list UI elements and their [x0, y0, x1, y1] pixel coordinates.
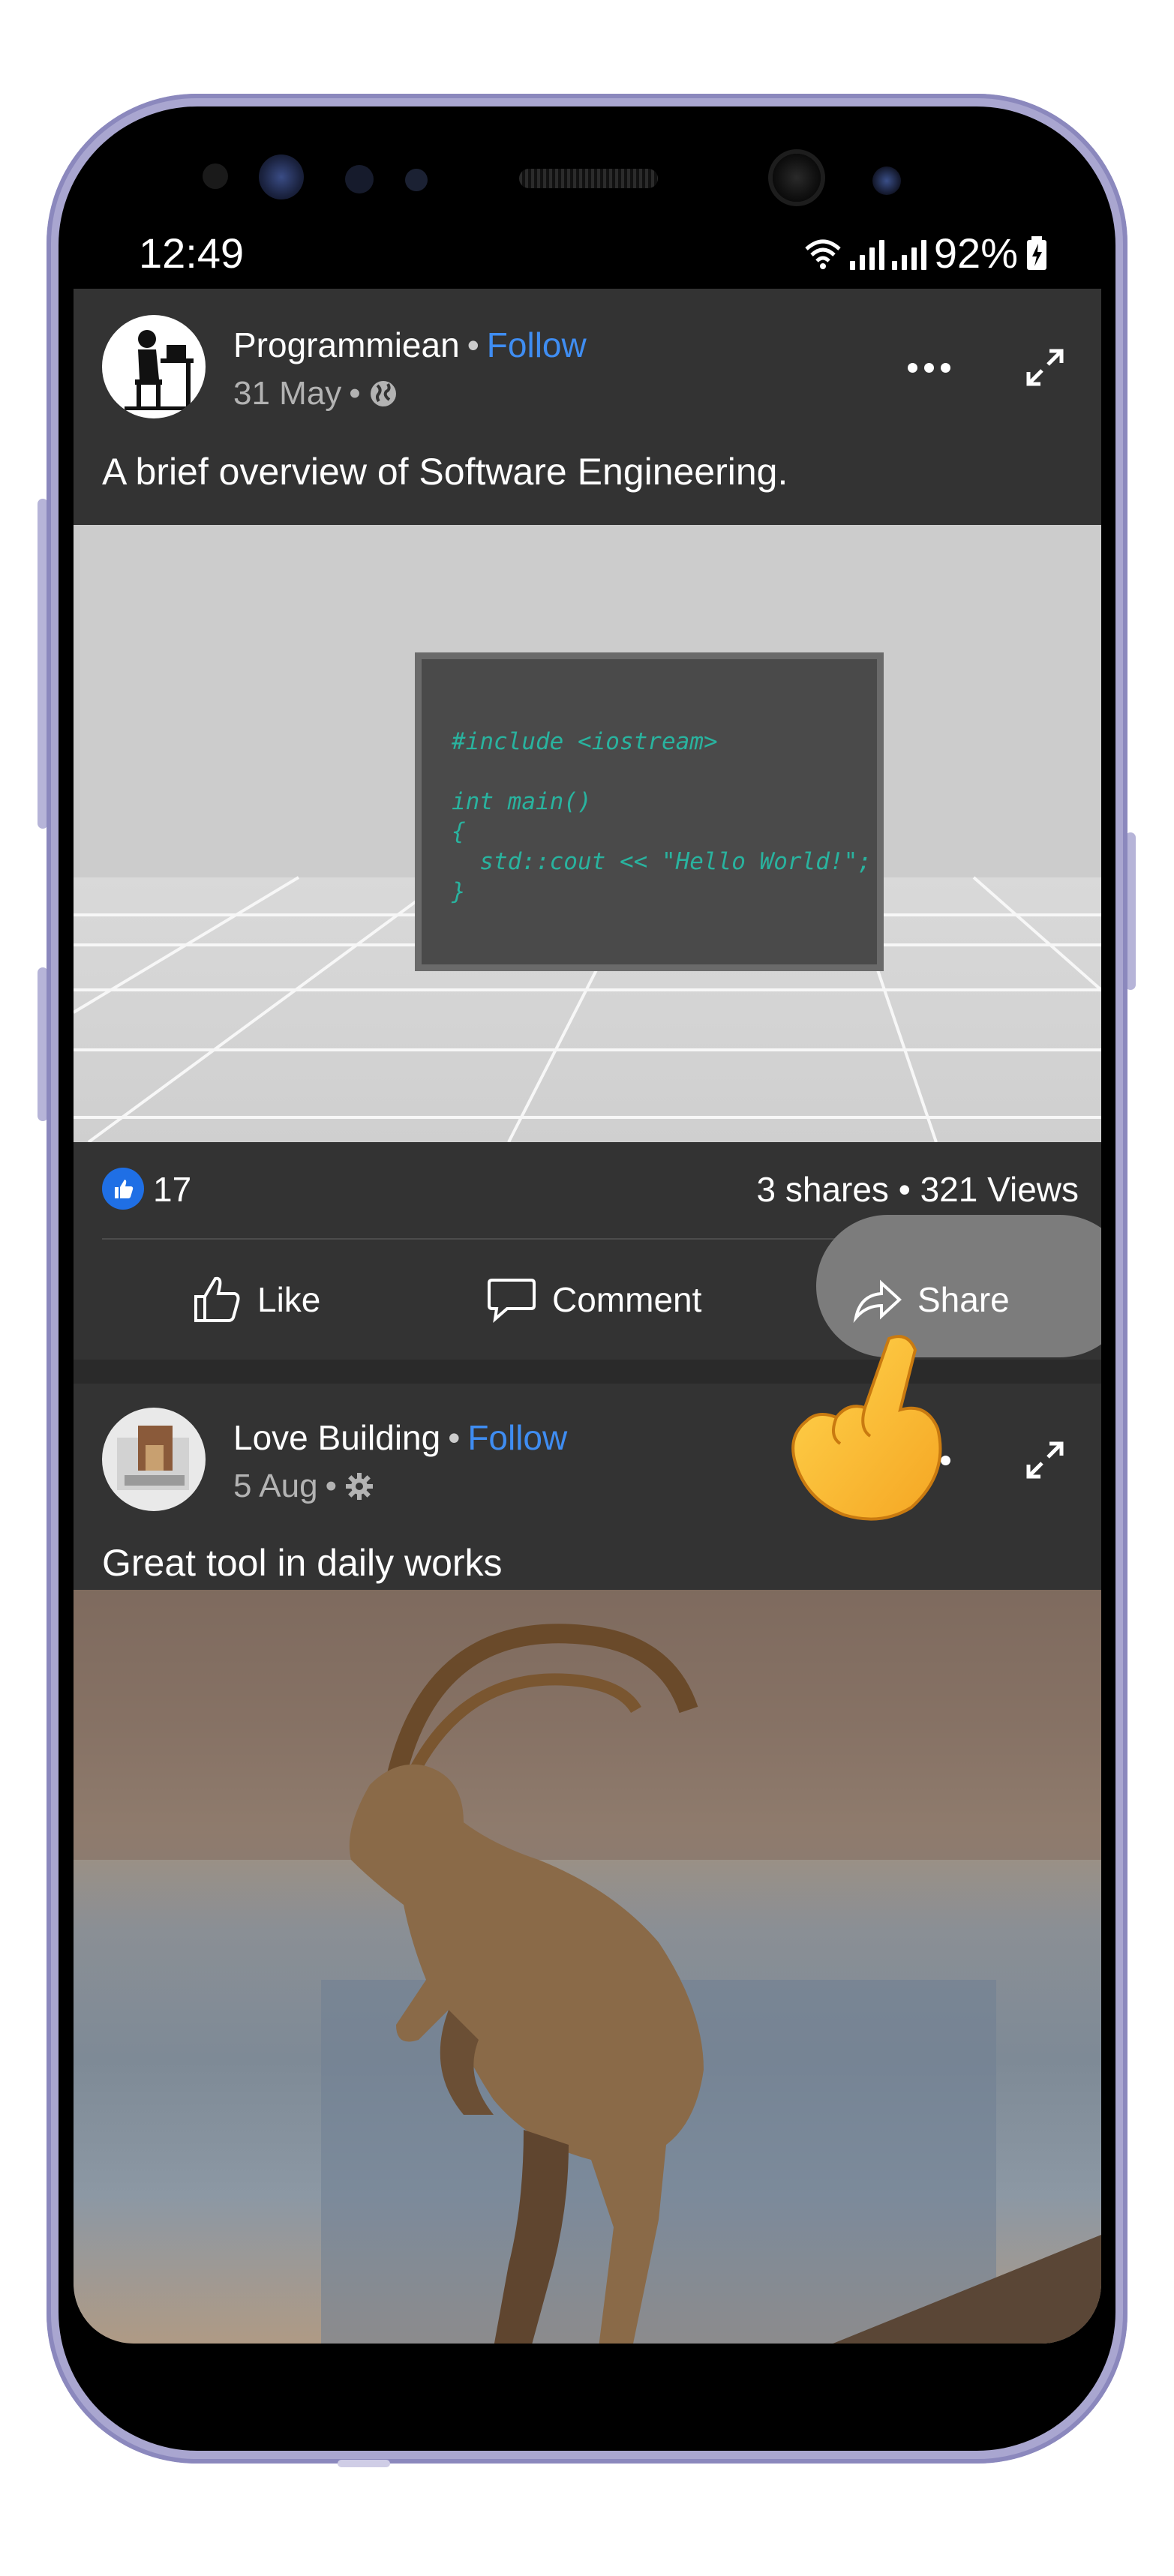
post-video[interactable]: [74, 1590, 1101, 2344]
follow-button[interactable]: Follow: [487, 325, 587, 364]
like-reaction-icon: [102, 1168, 144, 1210]
more-options-icon[interactable]: [908, 360, 953, 375]
post-video[interactable]: #include <iostream> int main() { std::co…: [74, 525, 1101, 1142]
post-meta: 31 May •: [233, 375, 398, 412]
sensor-icon: [203, 163, 228, 189]
globe-icon: [370, 381, 396, 406]
feed-screen: Programmiean • Follow 31 May • A brief ove…: [74, 289, 1101, 2344]
thumbs-up-icon: [194, 1276, 240, 1322]
phone-bottom-edge: [338, 2460, 390, 2467]
sensor-icon: [872, 166, 901, 195]
wifi-icon: [805, 239, 841, 269]
status-time: 12:49: [139, 229, 245, 277]
battery-charging-icon: [1027, 235, 1046, 270]
comment-label: Comment: [552, 1280, 702, 1319]
post-date: 5 Aug: [233, 1468, 318, 1504]
signal-icon: [849, 237, 884, 270]
like-count[interactable]: 17: [153, 1169, 191, 1210]
avatar[interactable]: [102, 315, 206, 418]
expand-icon[interactable]: [1022, 1438, 1067, 1483]
share-label: Share: [917, 1280, 1010, 1319]
gear-icon: [345, 1473, 373, 1500]
comment-button[interactable]: Comment: [485, 1262, 701, 1337]
code-text: #include <iostream> int main() { std::co…: [452, 728, 872, 905]
programmer-desk-icon: [125, 330, 197, 410]
sensor-icon: [345, 165, 374, 193]
follow-button[interactable]: Follow: [467, 1418, 567, 1457]
like-label: Like: [257, 1280, 321, 1319]
iris-scanner-icon: [259, 154, 304, 199]
share-button[interactable]: Share: [850, 1262, 1010, 1337]
avatar[interactable]: [102, 1408, 206, 1511]
separator-dot: •: [448, 1418, 461, 1457]
post-text: A brief overview of Software Engineering…: [102, 451, 788, 493]
comment-icon: [488, 1279, 536, 1324]
building-tool-icon: [117, 1426, 189, 1490]
post-meta: 5 Aug •: [233, 1468, 374, 1505]
separator-dot: •: [467, 325, 479, 364]
shares-views-count[interactable]: 3 shares • 321 Views: [757, 1169, 1079, 1210]
post-date: 31 May: [233, 375, 342, 412]
code-board: #include <iostream> int main() { std::co…: [415, 652, 884, 971]
author-name[interactable]: Programmiean: [233, 325, 460, 364]
signal-icon: [891, 237, 926, 270]
separator-dot: •: [325, 1468, 337, 1504]
status-icons: 92%: [803, 229, 1048, 277]
share-arrow-icon: [853, 1279, 902, 1323]
post-author: Programmiean • Follow: [233, 325, 587, 365]
separator-dot: •: [349, 375, 361, 412]
like-button[interactable]: Like: [190, 1262, 320, 1337]
earpiece-speaker: [519, 169, 658, 188]
expand-icon[interactable]: [1022, 345, 1067, 390]
front-camera-icon: [773, 154, 821, 202]
post-text: Great tool in daily works: [102, 1542, 503, 1584]
battery-percent: 92%: [933, 229, 1018, 277]
post-author: Love Building • Follow: [233, 1417, 567, 1458]
author-name[interactable]: Love Building: [233, 1418, 440, 1457]
pointing-hand-icon: [791, 1335, 942, 1521]
ibex-image: [74, 1590, 1101, 2344]
sensor-icon: [405, 169, 428, 191]
